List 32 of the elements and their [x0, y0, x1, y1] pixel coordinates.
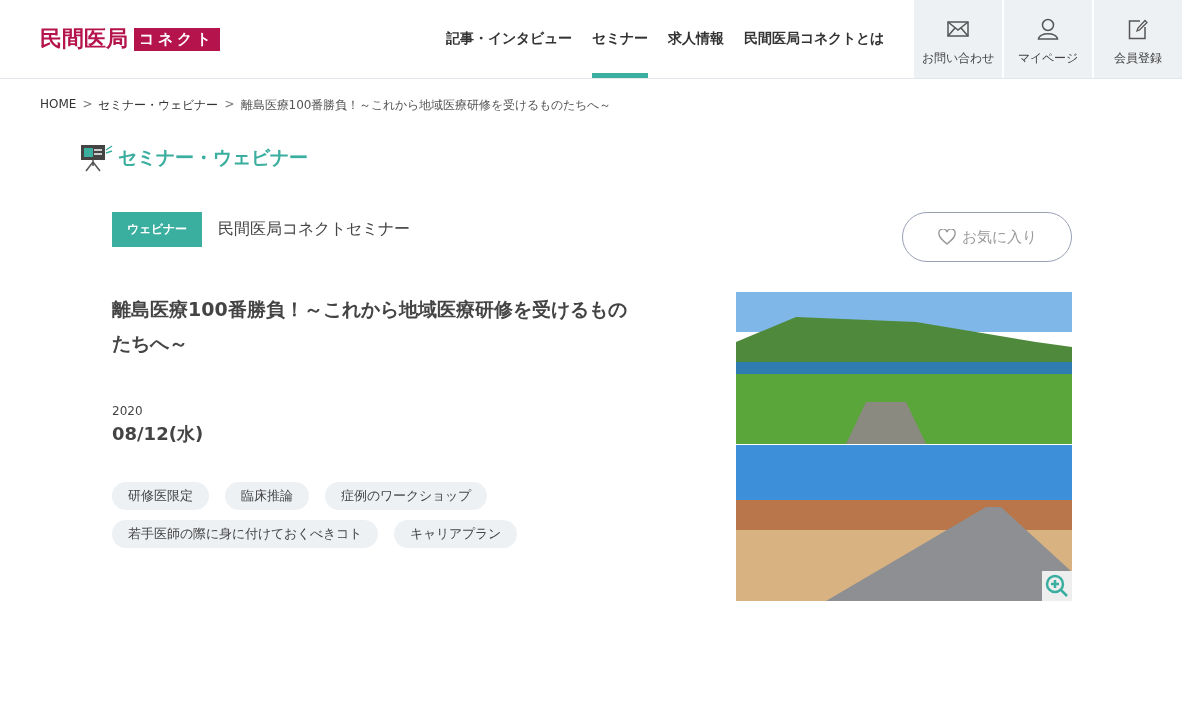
category-label: 民間医局コネクトセミナー	[218, 219, 410, 240]
logo-badge[interactable]: コネクト	[134, 27, 220, 51]
breadcrumb-link[interactable]: セミナー・ウェビナー	[98, 97, 219, 114]
breadcrumb-separator: >	[224, 97, 235, 113]
tag-chip[interactable]: キャリアプラン	[394, 520, 517, 548]
edit-icon	[1128, 17, 1148, 40]
presentation-board-icon	[80, 144, 114, 172]
person-icon	[1037, 17, 1059, 40]
tag-chip[interactable]: 症例のワークショップ	[325, 482, 487, 510]
header-button[interactable]: お問い合わせ	[914, 0, 1002, 78]
type-badge: ウェビナー	[112, 212, 202, 247]
breadcrumb-separator: >	[82, 97, 93, 113]
heart-icon	[937, 229, 956, 245]
event-year: 2020	[112, 404, 144, 418]
tag-chip[interactable]: 若手医師の際に身に付けておくべきコト	[112, 520, 378, 548]
nav-link[interactable]: セミナー	[592, 0, 648, 78]
breadcrumb-current: 離島医療100番勝負！～これから地域医療研修を受けるものたちへ～	[240, 97, 612, 114]
logo-text[interactable]: 民間医局	[40, 24, 128, 54]
header-button[interactable]: 会員登録	[1094, 0, 1182, 78]
tag-chip[interactable]: 臨床推論	[225, 482, 309, 510]
mail-icon	[947, 20, 969, 37]
zoom-in-button[interactable]	[1042, 571, 1072, 601]
nav-link[interactable]: 民間医局コネクトとは	[744, 0, 884, 78]
nav-link[interactable]: 求人情報	[668, 0, 724, 78]
event-date: 08/12(水)	[112, 422, 205, 446]
breadcrumb-link[interactable]: HOME	[40, 97, 77, 114]
tag-chip[interactable]: 研修医限定	[112, 482, 209, 510]
section-title: セミナー・ウェビナー	[118, 145, 308, 170]
header-button[interactable]: マイページ	[1004, 0, 1092, 78]
nav-link[interactable]: 記事・インタビュー	[446, 0, 572, 78]
article-title: 離島医療100番勝負！～これから地域医療研修を受けるものたちへ～	[112, 297, 628, 356]
zoom-in-icon	[1045, 574, 1069, 598]
